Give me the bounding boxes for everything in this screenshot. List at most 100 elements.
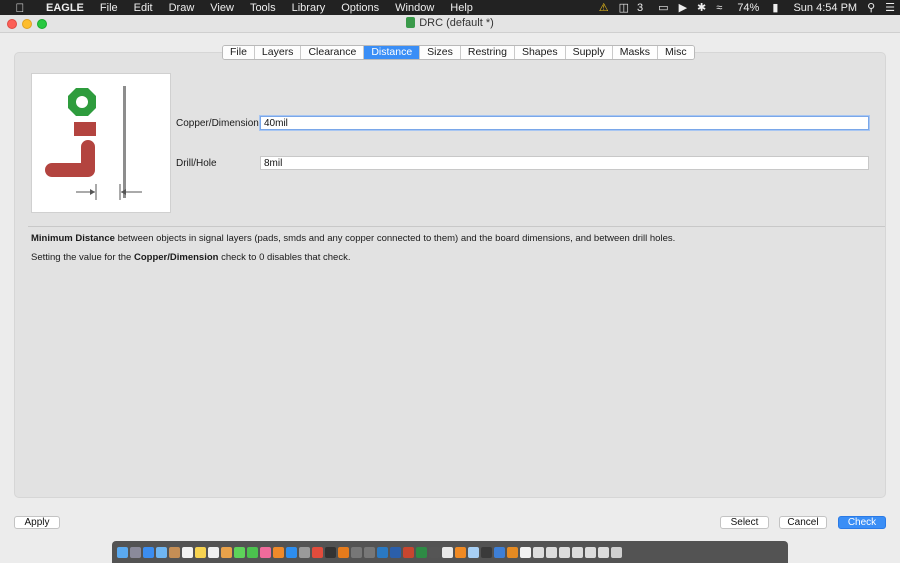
clock[interactable]: Sun 4:54 PM (788, 2, 862, 14)
excel-icon[interactable] (416, 546, 427, 558)
status-area: ⚠ ◫ 3 ▭ ▶ ✱ ≈ 74% ▮ Sun 4:54 PM ⚲ ☰ (594, 0, 900, 15)
drill-hole-input[interactable] (260, 156, 869, 170)
tab-clearance[interactable]: Clearance (301, 46, 365, 59)
reminders-icon[interactable] (208, 546, 219, 558)
select-button[interactable]: Select (720, 516, 769, 529)
window-icon-5[interactable] (585, 546, 596, 558)
tab-layers[interactable]: Layers (254, 46, 302, 59)
menu-library[interactable]: Library (284, 2, 334, 14)
copper-dimension-input[interactable] (260, 116, 869, 130)
window-icon[interactable] (533, 546, 544, 558)
distance-illustration (31, 73, 171, 213)
tab-masks[interactable]: Masks (612, 46, 659, 59)
photoshop-icon[interactable] (377, 546, 388, 558)
menu-tools[interactable]: Tools (242, 2, 284, 14)
xcode-icon[interactable] (494, 546, 505, 558)
warning-icon[interactable]: ⚠ (594, 1, 614, 14)
blender-icon[interactable] (455, 546, 466, 558)
description-line-2-bold: Copper/Dimension (133, 252, 219, 263)
appstore-icon[interactable] (286, 546, 297, 558)
tab-file[interactable]: File (223, 46, 255, 59)
tab-restring[interactable]: Restring (460, 46, 515, 59)
title-bar: DRC (default *) (0, 15, 900, 33)
airplay-icon[interactable]: ▭ (653, 1, 673, 14)
menu-window[interactable]: Window (387, 2, 442, 14)
description-line-2-post: check to 0 disables that check. (218, 252, 351, 263)
description-line-2: Setting the value for the Copper/Dimensi… (31, 252, 350, 263)
menu-draw[interactable]: Draw (161, 2, 203, 14)
help-icon[interactable] (351, 546, 362, 558)
tab-supply[interactable]: Supply (565, 46, 613, 59)
safari-icon[interactable] (143, 546, 154, 558)
menu-options[interactable]: Options (333, 2, 387, 14)
facetime-icon[interactable] (247, 546, 258, 558)
dock (112, 541, 788, 563)
powerpoint-icon[interactable] (403, 546, 414, 558)
activity-icon[interactable] (481, 546, 492, 558)
tab-shapes[interactable]: Shapes (514, 46, 566, 59)
window-title-text: DRC (default *) (419, 17, 494, 29)
copper-trace (45, 140, 95, 177)
description-line-1-text: between objects in signal layers (pads, … (114, 233, 676, 244)
board-dimension-line (123, 86, 126, 198)
launchpad-icon[interactable] (130, 546, 141, 558)
illustrator-icon[interactable] (338, 546, 349, 558)
tab-sizes[interactable]: Sizes (420, 46, 461, 59)
wifi-icon[interactable]: ≈ (711, 2, 727, 14)
window-icon-3[interactable] (559, 546, 570, 558)
arrow-left-head (90, 189, 95, 195)
pages-icon[interactable] (442, 546, 453, 558)
distance-diagram-icon (45, 86, 142, 200)
description-line-1: Minimum Distance between objects in sign… (31, 233, 675, 244)
messages-icon[interactable] (234, 546, 245, 558)
menu-edit[interactable]: Edit (126, 2, 161, 14)
photos-icon[interactable] (221, 546, 232, 558)
apply-button[interactable]: Apply (14, 516, 60, 529)
eagle-icon[interactable] (507, 546, 518, 558)
apple-icon[interactable]:  (12, 1, 28, 15)
drill-hole-label: Drill/Hole (176, 158, 217, 169)
document-icon[interactable] (520, 546, 531, 558)
cancel-button[interactable]: Cancel (779, 516, 827, 529)
drill-hole (76, 96, 88, 108)
copper-dimension-label: Copper/Dimension (176, 118, 259, 129)
help-icon-2[interactable] (364, 546, 375, 558)
check-button[interactable]: Check (838, 516, 886, 529)
window-icon-6[interactable] (598, 546, 609, 558)
books-icon[interactable] (273, 546, 284, 558)
tab-misc[interactable]: Misc (658, 46, 694, 59)
battery-status[interactable]: 74% ▮ (727, 1, 788, 14)
notification-count: 3 (637, 2, 644, 14)
contacts-icon[interactable] (169, 546, 180, 558)
drc-document-icon (406, 17, 416, 28)
battery-icon: ▮ (772, 2, 779, 14)
notification-center-icon[interactable]: ☰ (880, 1, 900, 14)
menu-file[interactable]: File (92, 2, 126, 14)
preferences-icon[interactable] (299, 546, 310, 558)
terminal-icon[interactable] (325, 546, 336, 558)
calendar-icon[interactable] (182, 546, 193, 558)
window-icon-4[interactable] (572, 546, 583, 558)
mail-icon[interactable] (156, 546, 167, 558)
tab-distance[interactable]: Distance (364, 46, 421, 59)
menu-bar:  EAGLE File Edit Draw View Tools Librar… (0, 0, 900, 15)
smd-pad (74, 122, 96, 136)
bluetooth-icon[interactable]: ✱ (692, 1, 711, 14)
window-icon-2[interactable] (546, 546, 557, 558)
word-icon[interactable] (390, 546, 401, 558)
itunes-icon[interactable] (260, 546, 271, 558)
trash-icon[interactable] (611, 546, 622, 558)
spotlight-icon[interactable]: ⚲ (862, 1, 880, 14)
chrome-icon[interactable] (312, 546, 323, 558)
window-title: DRC (default *) (0, 17, 900, 29)
menu-help[interactable]: Help (442, 2, 481, 14)
notification-icon[interactable]: ◫ 3 (614, 1, 654, 14)
description-bold-term: Minimum Distance (31, 233, 115, 244)
notes-icon[interactable] (195, 546, 206, 558)
dictionary-icon[interactable] (429, 546, 440, 558)
volume-icon[interactable]: ▶ (674, 1, 692, 14)
menu-app[interactable]: EAGLE (38, 2, 92, 14)
menu-view[interactable]: View (202, 2, 242, 14)
finder-icon[interactable] (117, 546, 128, 558)
preview-icon[interactable] (468, 546, 479, 558)
